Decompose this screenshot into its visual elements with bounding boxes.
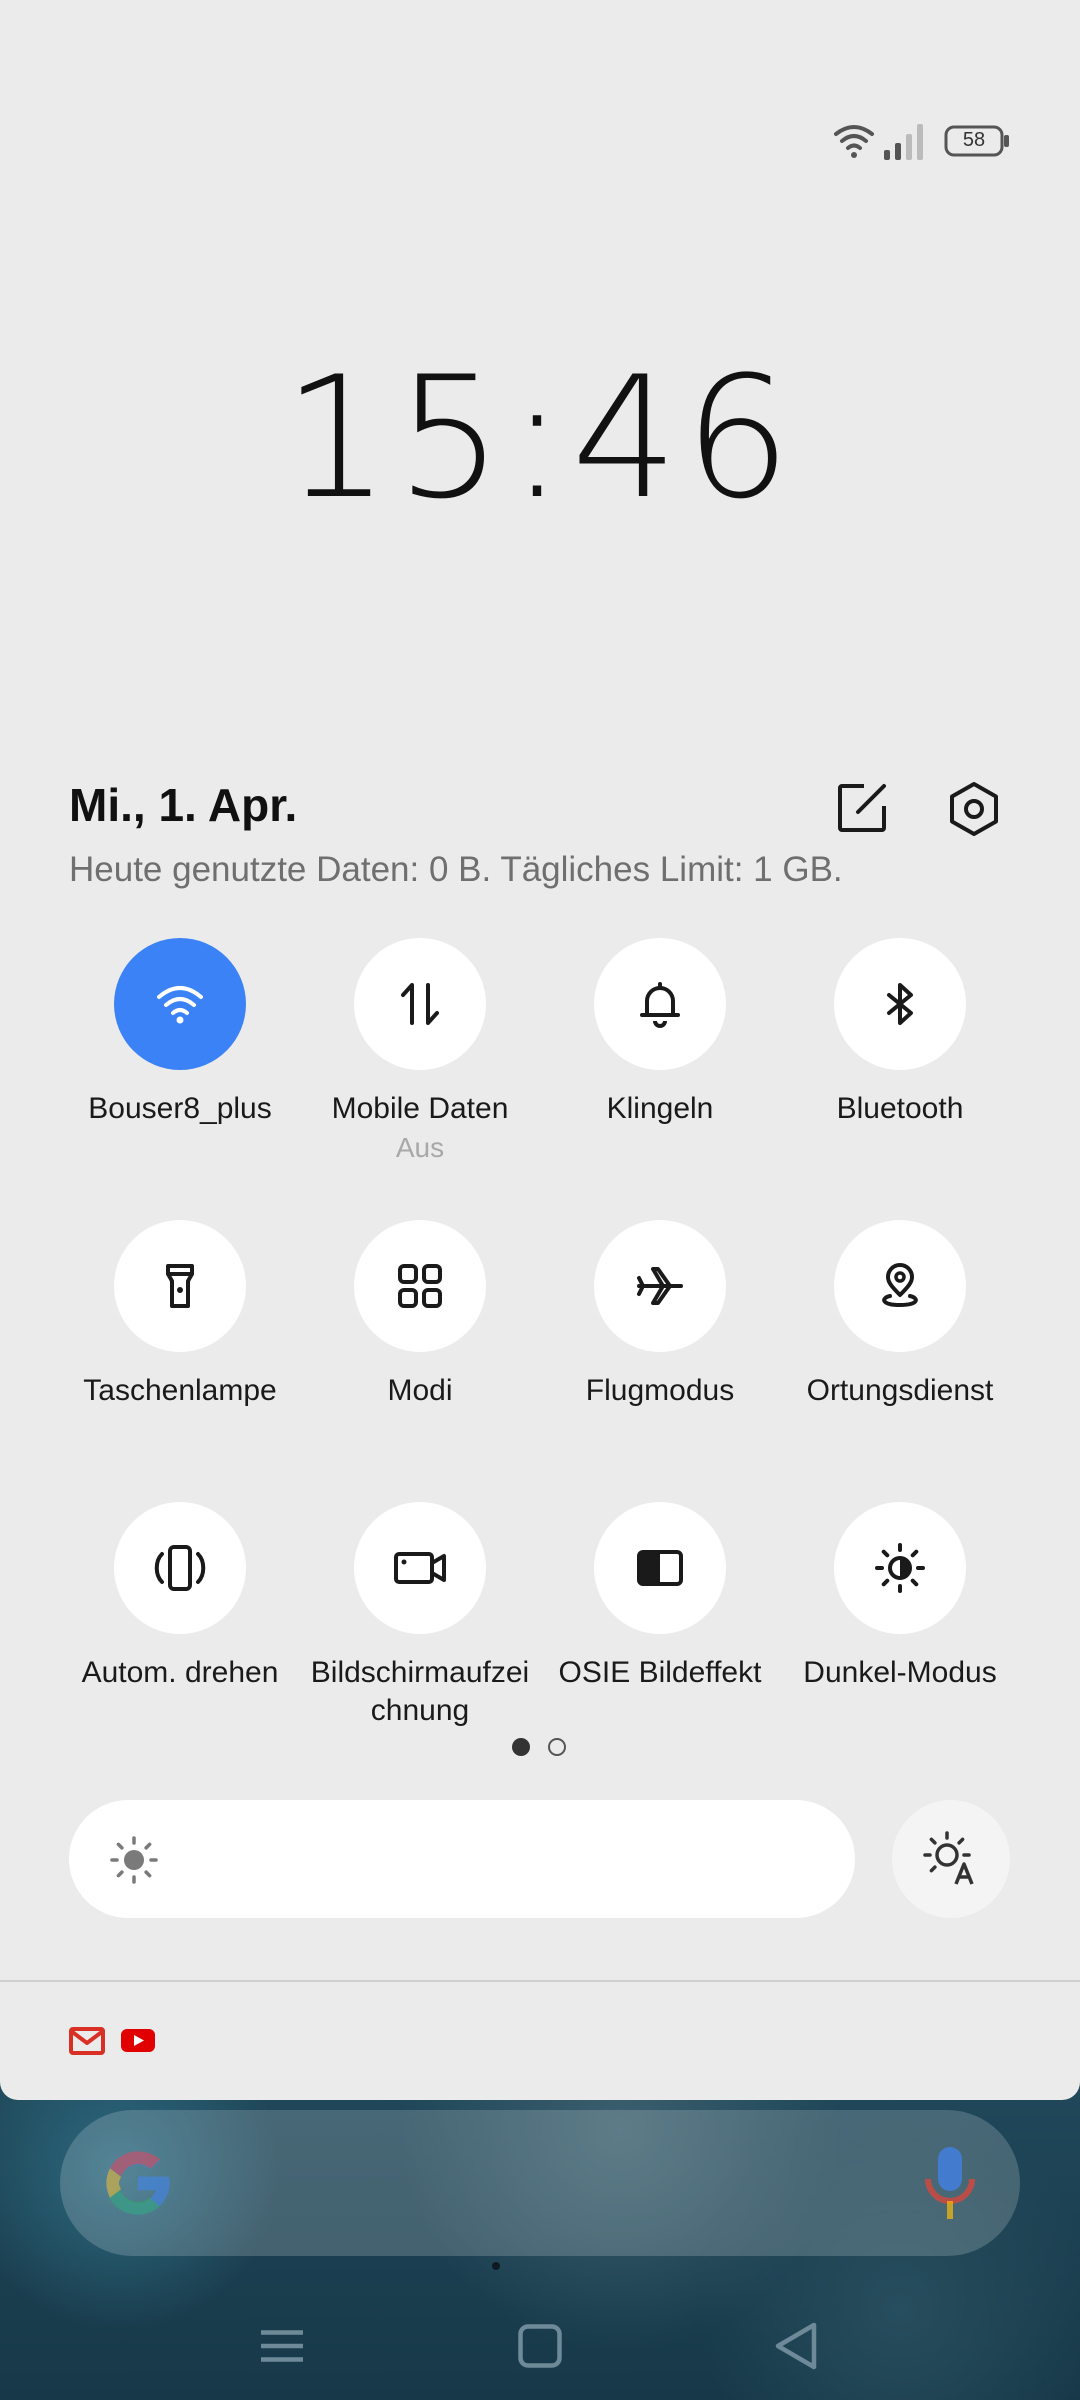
tile-label: Bildschirmaufzei chnung (310, 1656, 530, 1727)
tile-wifi[interactable]: Bouser8_plus (60, 938, 300, 1128)
tile-bluetooth-button[interactable] (834, 938, 966, 1070)
dark-mode-icon (875, 1543, 925, 1593)
tile-modes[interactable]: Modi (300, 1220, 540, 1410)
home-icon[interactable] (510, 2316, 570, 2376)
tile-mobile-data[interactable]: Mobile Daten Aus (300, 938, 540, 1166)
tile-label: Dunkel-Modus (803, 1656, 997, 1689)
google-search-bar[interactable] (60, 2110, 1020, 2256)
airplane-icon (637, 1267, 683, 1305)
auto-brightness-button[interactable] (892, 1800, 1010, 1918)
wifi-icon (834, 125, 874, 158)
navigation-bar (0, 2290, 1080, 2400)
tile-auto-rotate-button[interactable] (114, 1502, 246, 1634)
tile-modes-button[interactable] (354, 1220, 486, 1352)
tile-bluetooth[interactable]: Bluetooth (780, 938, 1020, 1128)
tile-image-effect-button[interactable] (594, 1502, 726, 1634)
tile-label: Autom. drehen (81, 1656, 279, 1689)
tile-label: Flugmodus (585, 1374, 735, 1407)
edit-icon[interactable] (834, 780, 890, 836)
youtube-icon[interactable] (120, 2024, 156, 2056)
tile-dark-mode[interactable]: Dunkel-Modus (780, 1502, 1020, 1692)
quick-settings-panel: 58 15:46 Mi., 1. Apr. Heute genutzte Dat… (0, 0, 1080, 2100)
sun-icon (110, 1836, 158, 1884)
tile-airplane-button[interactable] (594, 1220, 726, 1352)
tile-label: OSIE Bildeffekt (558, 1656, 762, 1689)
data-usage-text: Heute genutzte Daten: 0 B. Tägliches Lim… (69, 850, 843, 889)
google-logo-icon (106, 2151, 170, 2215)
auto-brightness-icon (923, 1831, 974, 1885)
tile-location[interactable]: Ortungsdienst (780, 1220, 1020, 1410)
image-effect-icon (637, 1550, 683, 1586)
bluetooth-icon (887, 983, 913, 1025)
tile-label: Modi (387, 1374, 453, 1407)
location-icon (882, 1263, 918, 1308)
tile-location-button[interactable] (834, 1220, 966, 1352)
gmail-icon[interactable] (68, 2024, 106, 2056)
tile-label: Mobile Daten (331, 1092, 509, 1125)
tile-image-effect[interactable]: OSIE Bildeffekt (540, 1502, 780, 1692)
signal-icon (884, 124, 923, 160)
mobile-data-icon (401, 983, 439, 1025)
tile-label: Ortungsdienst (806, 1374, 994, 1407)
tile-ring-button[interactable] (594, 938, 726, 1070)
tile-screen-record-button[interactable] (354, 1502, 486, 1634)
tile-airplane[interactable]: Flugmodus (540, 1220, 780, 1410)
tile-label: Bouser8_plus (88, 1092, 272, 1125)
clock: 15:46 (282, 340, 798, 536)
tile-sublabel: Aus (395, 1132, 445, 1163)
tile-label: Bluetooth (836, 1092, 964, 1125)
menu-icon[interactable] (252, 2316, 312, 2376)
tile-flashlight-button[interactable] (114, 1220, 246, 1352)
tile-ring[interactable]: Klingeln (540, 938, 780, 1128)
back-icon[interactable] (766, 2316, 826, 2376)
wifi-icon (157, 986, 203, 1024)
page-dot-inactive[interactable] (548, 1738, 566, 1756)
screen-record-icon (394, 1552, 446, 1584)
tile-mobile-data-button[interactable] (354, 938, 486, 1070)
battery-level: 58 (962, 129, 986, 151)
tile-flashlight[interactable]: Taschenlampe (60, 1220, 300, 1410)
tile-dark-mode-button[interactable] (834, 1502, 966, 1634)
tile-label: Taschenlampe (83, 1374, 277, 1407)
tile-screen-record[interactable]: Bildschirmaufzei chnung (300, 1502, 540, 1730)
tile-wifi-button[interactable] (114, 938, 246, 1070)
flashlight-icon (166, 1264, 194, 1308)
divider (0, 1980, 1080, 1982)
tile-auto-rotate[interactable]: Autom. drehen (60, 1502, 300, 1692)
page-dot-active[interactable] (512, 1738, 530, 1756)
auto-rotate-icon (154, 1545, 206, 1591)
bell-icon (640, 982, 680, 1028)
page-indicator-dot (492, 2262, 500, 2270)
mic-icon[interactable] (920, 2143, 980, 2223)
grid-icon (398, 1264, 442, 1308)
tile-label: Klingeln (606, 1092, 714, 1125)
date-label: Mi., 1. Apr. (69, 779, 298, 831)
brightness-slider[interactable] (69, 1800, 855, 1918)
settings-icon[interactable] (945, 780, 1003, 838)
